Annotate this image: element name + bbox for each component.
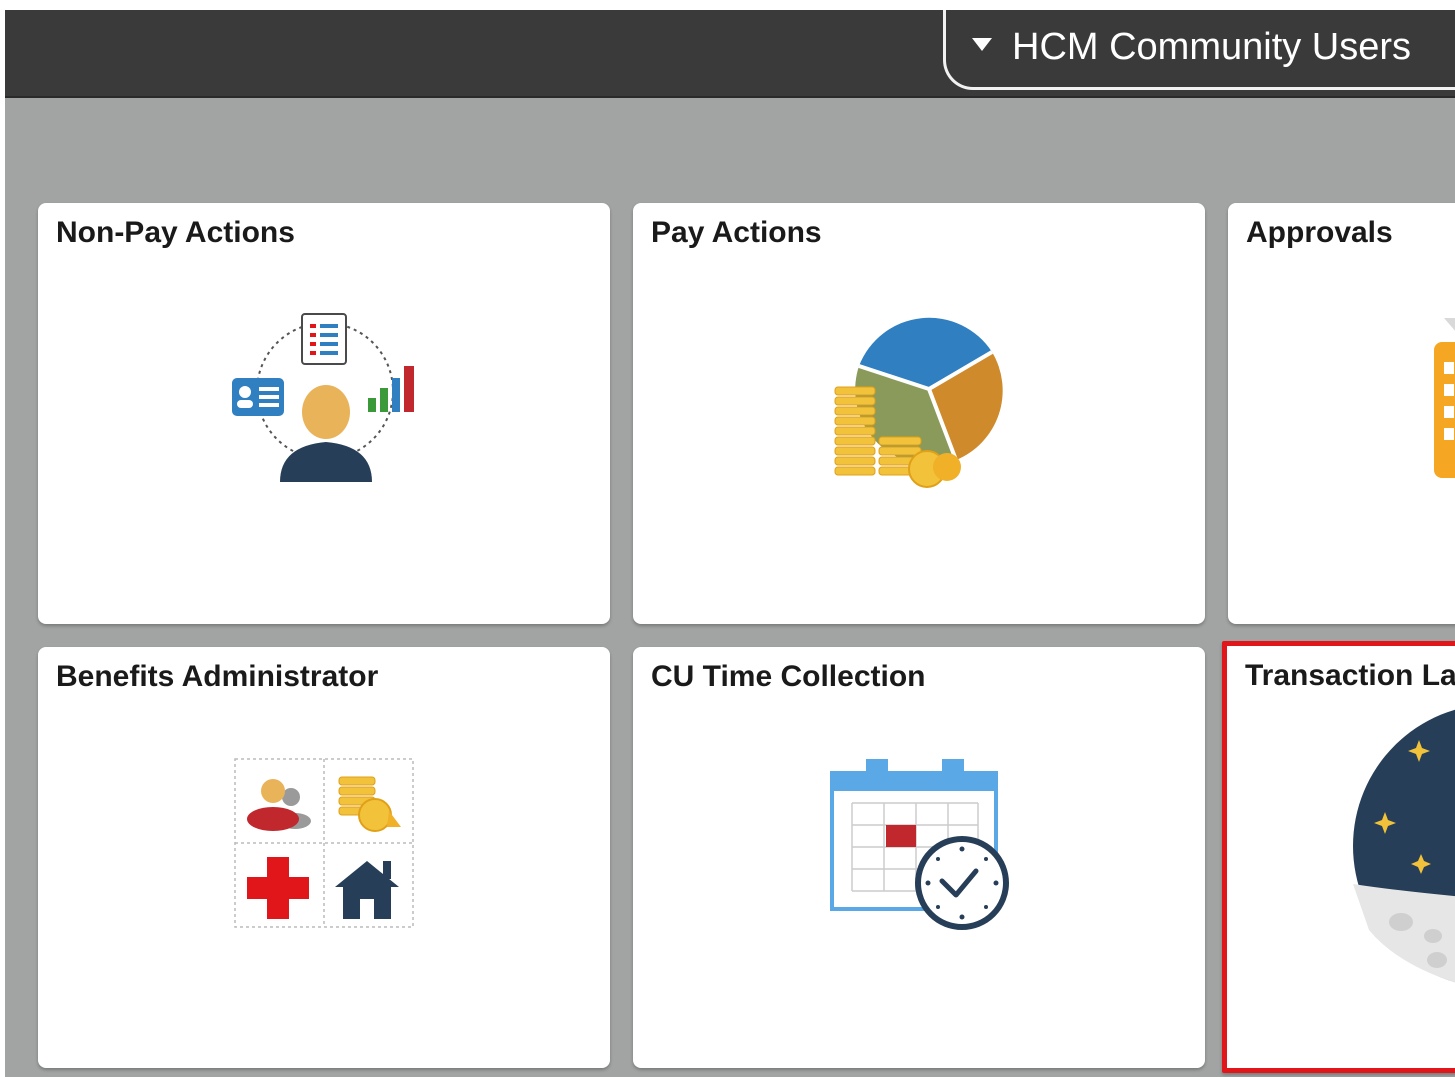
tile-title: CU Time Collection [651,660,926,693]
tile-non-pay-actions[interactable]: Non-Pay Actions [38,203,610,624]
tile-title: Pay Actions [651,216,822,249]
homepage-selector-label: HCM Community Users [1012,26,1412,68]
employee-actions-icon [232,313,414,482]
tile-title: Approvals [1246,216,1393,249]
tile-title: Benefits Administrator [56,660,379,693]
tile-pay-actions[interactable]: Pay Actions [633,203,1205,624]
pie-chart-coins-icon [834,317,1003,488]
approvals-icon [1434,318,1455,478]
night-sky-moon-icon [1353,709,1455,983]
tile-transaction-launchpad[interactable]: Transaction La [1222,641,1455,1073]
tile-title: Non-Pay Actions [56,216,295,249]
caret-down-icon [972,38,992,51]
homepage-selector-dropdown[interactable]: HCM Community Users [943,10,1455,90]
calendar-clock-icon [830,759,1009,930]
tile-cu-time-collection[interactable]: CU Time Collection [633,647,1205,1068]
benefits-grid-icon [234,758,414,928]
tile-approvals[interactable]: Approvals [1228,203,1455,624]
homepage: HCM Community Users Non-Pay Actions Pay … [5,10,1455,1077]
tile-title: Transaction La [1245,659,1455,692]
tile-benefits-administrator[interactable]: Benefits Administrator [38,647,610,1068]
header-bar: HCM Community Users [5,10,1455,98]
